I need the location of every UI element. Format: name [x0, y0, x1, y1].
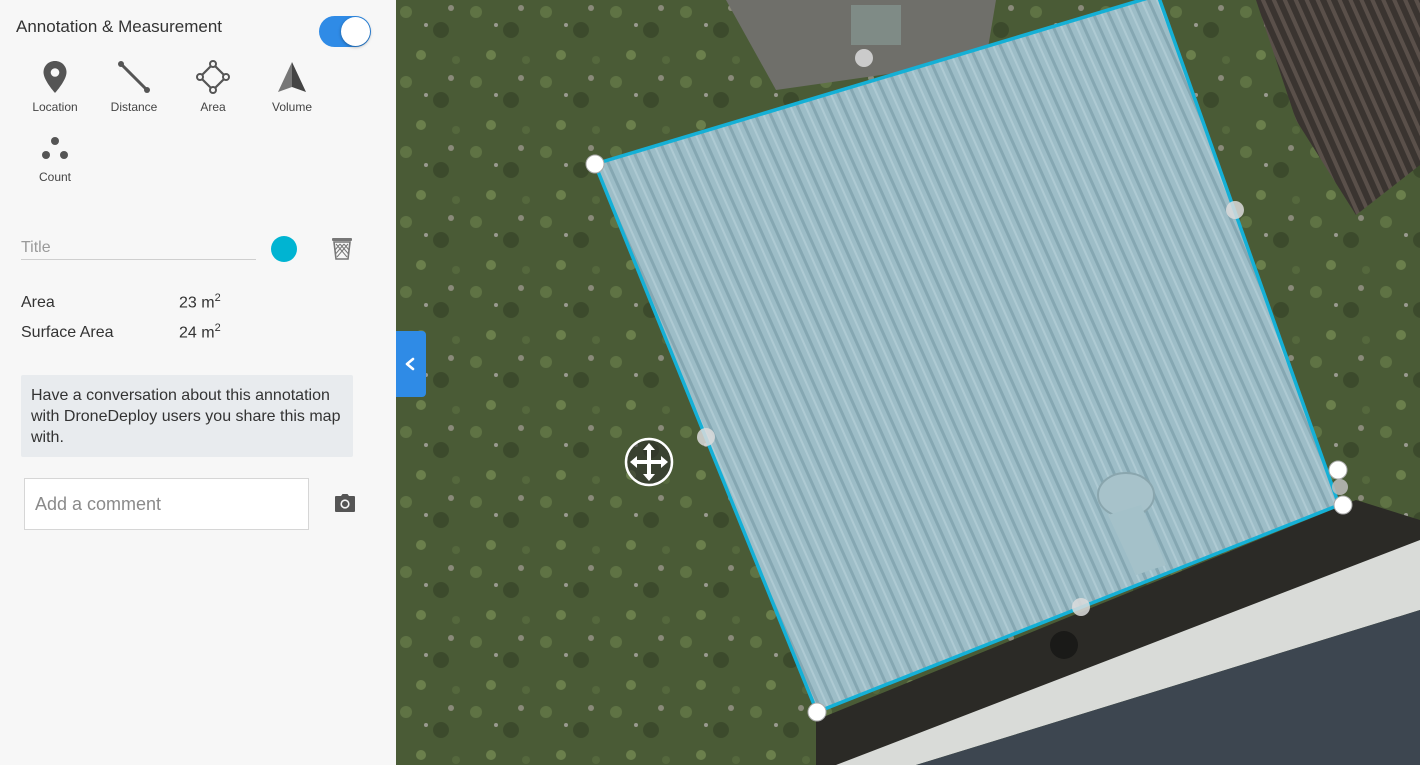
move-annotation-handle[interactable] [624, 437, 674, 487]
map-view[interactable] [396, 0, 1420, 765]
trash-icon [332, 238, 352, 260]
tool-label: Volume [271, 100, 313, 114]
area-polygon-icon [196, 60, 230, 94]
collapse-sidebar-button[interactable] [396, 331, 426, 397]
tool-distance[interactable]: Distance [95, 60, 173, 114]
annotation-toggle[interactable] [319, 16, 371, 47]
volume-pyramid-icon [278, 62, 306, 92]
tool-count[interactable]: Count [16, 134, 94, 184]
location-pin-icon [43, 61, 67, 93]
tool-label: Distance [110, 100, 158, 114]
delete-annotation-button[interactable] [330, 235, 354, 266]
count-dots-icon [42, 137, 68, 159]
area-label: Area [21, 294, 55, 311]
annotation-color-picker[interactable] [271, 236, 297, 262]
panel-title: Annotation & Measurement [16, 17, 223, 36]
area-value: 23 m2 [179, 292, 221, 312]
tool-location[interactable]: Location [16, 60, 94, 114]
toggle-knob [341, 17, 370, 46]
annotation-sidebar: Annotation & Measurement Location Distan… [0, 0, 396, 765]
tool-area[interactable]: Area [174, 60, 252, 114]
conversation-info: Have a conversation about this annotatio… [21, 375, 353, 457]
tool-label: Area [200, 100, 226, 114]
chevron-left-icon [405, 357, 415, 371]
camera-icon [335, 494, 355, 512]
tool-volume[interactable]: Volume [253, 60, 331, 114]
tool-label: Location [32, 100, 78, 114]
comment-input[interactable] [24, 478, 309, 530]
attach-photo-button[interactable] [334, 493, 356, 518]
surface-area-label: Surface Area [21, 324, 114, 341]
aerial-map [396, 0, 1420, 765]
tool-label: Count [38, 170, 72, 184]
surface-area-value: 24 m2 [179, 322, 221, 342]
distance-line-icon [118, 61, 150, 93]
annotation-title-input[interactable] [21, 236, 256, 260]
